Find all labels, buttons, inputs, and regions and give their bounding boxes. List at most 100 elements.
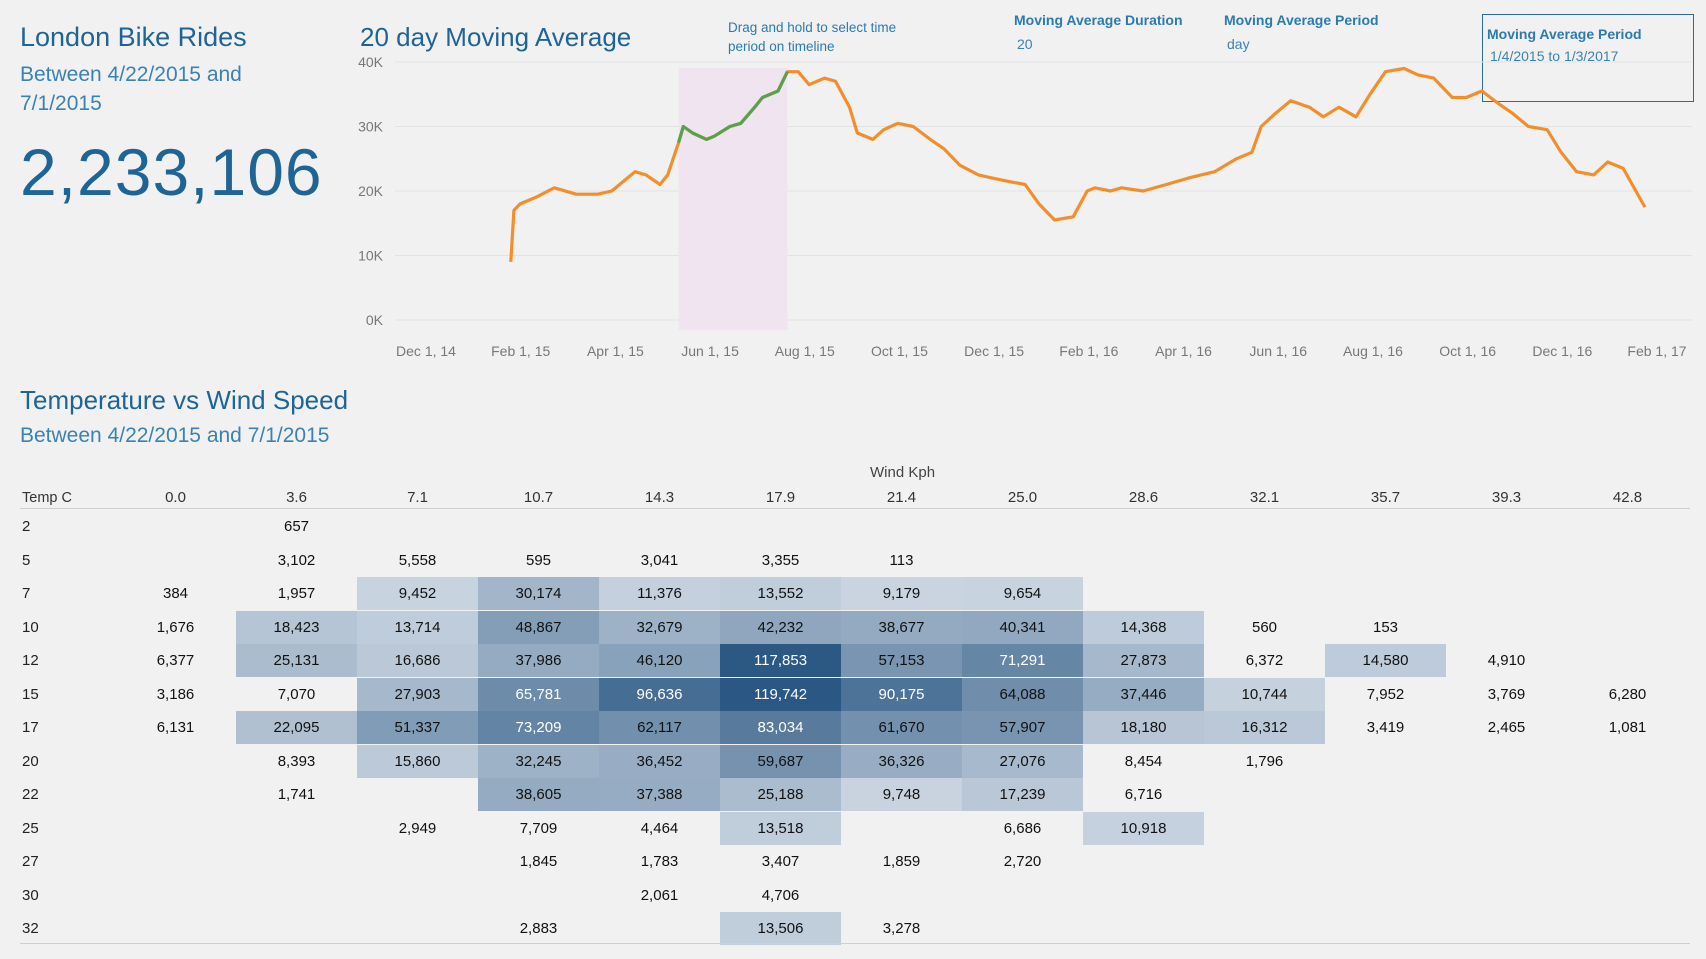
x-axis-ticks: Dec 1, 14 Feb 1, 15 Apr 1, 15 Jun 1, 15 Aug … xyxy=(396,343,1687,359)
heatmap-cell: 8,454 xyxy=(1124,752,1163,770)
heatmap-cell: 2,883 xyxy=(519,920,558,937)
temp-row-label: 2 xyxy=(22,518,31,535)
heatmap-cell: 73,209 xyxy=(478,711,599,744)
heatmap-cell: 13,714 xyxy=(357,610,478,644)
selection-band-rect[interactable] xyxy=(678,68,788,330)
heatmap-cell: 64,088 xyxy=(962,677,1083,711)
wind-column-header: 7.1 xyxy=(407,489,428,506)
heatmap-cell: 57,907 xyxy=(962,711,1083,744)
heatmap-cell: 32,679 xyxy=(599,610,720,644)
heatmap-cell: 1,081 xyxy=(1608,719,1647,736)
heatmap-cell: 37,388 xyxy=(599,778,720,811)
heatmap-cell: 83,034 xyxy=(720,711,841,744)
heatmap-cell: 30,174 xyxy=(478,577,599,610)
heatmap-cell: 13,518 xyxy=(720,811,841,845)
heatmap-cell: 46,120 xyxy=(599,644,720,677)
heatmap-cell: 2,949 xyxy=(398,819,437,837)
heatmap-cell: 6,686 xyxy=(1003,819,1042,837)
heatmap-cell: 7,952 xyxy=(1366,685,1405,703)
heatmap-cell: 6,377 xyxy=(156,652,195,669)
heatmap-cell: 1,741 xyxy=(277,786,316,803)
wind-column-header: 10.7 xyxy=(523,489,554,506)
header-divider xyxy=(20,508,1690,509)
temp-row-label: 10 xyxy=(22,618,39,636)
heatmap-cell: 7,070 xyxy=(277,685,316,703)
x-tick-label: Dec 1, 16 xyxy=(1532,343,1592,359)
heatmap-cell: 1,676 xyxy=(156,618,195,636)
y-axis-ticks: 0K 10K 20K 30K 40K xyxy=(358,54,384,328)
heatmap-cell: 4,464 xyxy=(640,819,679,837)
wind-column-header: 14.3 xyxy=(644,489,675,506)
x-tick-label: Dec 1, 14 xyxy=(396,343,456,359)
heatmap-cell: 10,918 xyxy=(1083,811,1204,845)
heatmap-cell: 61,670 xyxy=(841,711,962,744)
wind-column-header: 28.6 xyxy=(1128,489,1159,506)
heatmap-cell: 27,873 xyxy=(1083,644,1204,677)
wind-column-header: 21.4 xyxy=(886,489,917,506)
y-tick-label: 0K xyxy=(366,312,384,328)
wind-column-header: 39.3 xyxy=(1491,489,1522,506)
heatmap-cell: 117,853 xyxy=(720,644,841,677)
heatmap-cell: 8,393 xyxy=(277,752,316,770)
heatmap-cell: 3,278 xyxy=(882,920,921,937)
temp-row-label: 5 xyxy=(22,551,31,569)
wind-column-header: 3.6 xyxy=(286,489,307,506)
y-tick-label: 40K xyxy=(358,54,384,70)
heatmap-cell: 4,910 xyxy=(1487,652,1526,669)
heatmap-cell: 9,179 xyxy=(841,577,962,610)
wind-column-header: 25.0 xyxy=(1007,489,1038,506)
wind-column-header: 0.0 xyxy=(165,489,186,506)
heatmap-cell: 3,419 xyxy=(1366,719,1405,736)
heatmap-cell: 1,783 xyxy=(640,853,679,870)
temp-row-label: 17 xyxy=(22,719,39,736)
heatmap-cell: 560 xyxy=(1251,618,1278,636)
heatmap-title: Temperature vs Wind Speed xyxy=(20,385,349,415)
x-tick-label: Dec 1, 15 xyxy=(964,343,1024,359)
heatmap-cell: 9,654 xyxy=(962,577,1083,610)
selection-band[interactable] xyxy=(678,68,788,330)
heatmap-cell: 595 xyxy=(525,551,552,569)
heatmap-cell: 57,153 xyxy=(841,644,962,677)
heatmap-cell: 2,061 xyxy=(640,886,679,904)
heatmap-cell: 5,558 xyxy=(398,551,437,569)
heatmap-cell: 6,372 xyxy=(1245,652,1284,669)
moving-average-chart[interactable]: 0K 10K 20K 30K 40K Dec 1, 14 Feb 1, 15 Apr 1, … xyxy=(0,0,1706,370)
wind-column-header: 32.1 xyxy=(1249,489,1280,506)
heatmap-cell: 3,186 xyxy=(156,685,195,703)
x-tick-label: Aug 1, 16 xyxy=(1343,343,1403,359)
temp-row-label: 15 xyxy=(22,685,39,703)
heatmap-cell: 36,326 xyxy=(841,744,962,778)
heatmap-cell: 37,446 xyxy=(1083,677,1204,711)
x-tick-label: Oct 1, 16 xyxy=(1439,343,1496,359)
wind-column-header: 17.9 xyxy=(765,489,796,506)
heatmap-cell: 1,845 xyxy=(519,853,558,870)
heatmap-cell: 6,131 xyxy=(156,719,195,736)
heatmap-cell: 3,769 xyxy=(1487,685,1526,703)
heatmap-cell: 51,337 xyxy=(357,711,478,744)
line-gridlines xyxy=(395,61,1692,321)
heatmap-cell: 71,291 xyxy=(962,644,1083,677)
x-tick-label: Jun 1, 15 xyxy=(681,343,739,359)
wind-kph-axis-label: Wind Kph xyxy=(870,464,936,481)
x-tick-label: Oct 1, 15 xyxy=(871,343,928,359)
heatmap-cell: 3,102 xyxy=(277,551,316,569)
heatmap-cell: 42,232 xyxy=(720,610,841,644)
temp-c-row-header: Temp C xyxy=(22,490,72,506)
heatmap-cell: 18,180 xyxy=(1083,711,1204,744)
heatmap-cell: 16,312 xyxy=(1204,711,1325,744)
heatmap-cell: 10,744 xyxy=(1204,677,1325,711)
heatmap-cell: 16,686 xyxy=(357,644,478,677)
heatmap-cell: 38,677 xyxy=(841,610,962,644)
y-tick-label: 30K xyxy=(358,119,384,135)
heatmap-cell: 3,355 xyxy=(761,551,800,569)
heatmap-subtitle: Between 4/22/2015 and 7/1/2015 xyxy=(20,424,330,447)
x-tick-label: Apr 1, 16 xyxy=(1155,343,1212,359)
heatmap-cell: 7,709 xyxy=(519,819,558,837)
temp-row-label: 30 xyxy=(22,886,39,904)
temp-row-label: 27 xyxy=(22,853,39,870)
heatmap-cell: 65,781 xyxy=(478,677,599,711)
heatmap-cell: 59,687 xyxy=(720,744,841,778)
heatmap-cell: 17,239 xyxy=(962,778,1083,811)
heatmap-cell: 38,605 xyxy=(478,778,599,811)
temp-row-label: 32 xyxy=(22,920,39,937)
